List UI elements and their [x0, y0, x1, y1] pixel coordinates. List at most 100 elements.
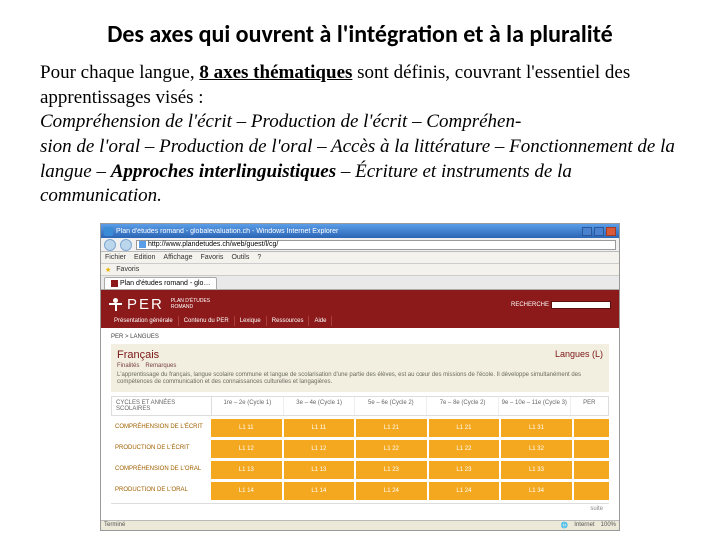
- domain-badge: Langues (L): [555, 349, 603, 359]
- cycle-col-3: 5e – 6e (Cycle 2): [355, 397, 427, 415]
- axis-cell[interactable]: L1 21: [356, 419, 427, 437]
- close-button[interactable]: [606, 227, 616, 236]
- domain-description: L'apprentissage du français, langue scol…: [117, 372, 603, 386]
- page-content: PER PLAN D'ÉTUDESROMAND RECHERCHE Présen…: [101, 290, 619, 519]
- nav-ressources[interactable]: Ressources: [267, 316, 310, 326]
- forward-button[interactable]: [120, 239, 132, 251]
- favorites-star-icon[interactable]: ★: [105, 266, 111, 274]
- axis-cell[interactable]: L1 11: [211, 419, 282, 437]
- cycle-header-row: Cycles et années scolaires 1re – 2e (Cyc…: [111, 396, 609, 416]
- cycle-label: Cycles et années scolaires: [112, 397, 212, 415]
- axis-cell[interactable]: L1 32: [501, 440, 572, 458]
- favorites-label[interactable]: Favoris: [116, 266, 139, 273]
- favorites-bar: ★ Favoris: [101, 264, 619, 276]
- menu-fichier[interactable]: Fichier: [105, 254, 126, 261]
- ie-icon: [104, 227, 113, 236]
- axis-cell[interactable]: L1 23: [356, 461, 427, 479]
- browser-status-bar: Terminé 🌐 Internet 100%: [101, 520, 619, 530]
- axis-label: Production de l'écrit: [111, 440, 211, 458]
- page-footer-note: suite: [111, 503, 609, 514]
- nav-lexique[interactable]: Lexique: [235, 316, 267, 326]
- axis-row: Production de l'écrit L1 12 L1 12 L1 22 …: [111, 440, 609, 458]
- menu-bar: Fichier Edition Affichage Favoris Outils…: [101, 252, 619, 264]
- nav-contenu[interactable]: Contenu du PER: [179, 316, 235, 326]
- cycle-col-per: PER: [571, 397, 608, 415]
- status-left: Terminé: [104, 522, 125, 528]
- tab-label: Plan d'études romand - glo…: [120, 280, 210, 287]
- search-box: RECHERCHE: [511, 301, 611, 309]
- axis-cell[interactable]: L1 12: [211, 440, 282, 458]
- axis-cell[interactable]: L1 12: [284, 440, 355, 458]
- nav-presentation[interactable]: Présentation générale: [109, 316, 179, 326]
- axis-cell[interactable]: L1 14: [284, 482, 355, 500]
- cycle-col-2: 3e – 4e (Cycle 1): [284, 397, 356, 415]
- axis-cell[interactable]: [574, 461, 609, 479]
- menu-help[interactable]: ?: [257, 254, 261, 261]
- browser-toolbar: http://www.plandetudes.ch/web/guest/l/cg…: [101, 238, 619, 252]
- themes-bold: Approches interlinguistiques: [111, 161, 336, 182]
- globe-icon: 🌐: [561, 522, 568, 529]
- embedded-browser-screenshot: Plan d'études romand - globalevaluation.…: [100, 223, 620, 530]
- back-button[interactable]: [104, 239, 116, 251]
- axis-label: Compréhension de l'écrit: [111, 419, 211, 437]
- axis-cell[interactable]: L1 24: [356, 482, 427, 500]
- site-header: PER PLAN D'ÉTUDESROMAND RECHERCHE Présen…: [101, 290, 619, 328]
- axis-cell[interactable]: L1 21: [429, 419, 500, 437]
- page-body: PER > LANGUES Français Langues (L) Final…: [101, 328, 619, 519]
- tab-strip: Plan d'études romand - glo…: [101, 276, 619, 290]
- tab-favicon: [111, 280, 118, 287]
- search-label: RECHERCHE: [511, 302, 549, 308]
- maximize-button[interactable]: [594, 227, 604, 236]
- axis-cell[interactable]: L1 14: [211, 482, 282, 500]
- window-title-bar: Plan d'études romand - globalevaluation.…: [101, 224, 619, 238]
- cycle-col-1: 1re – 2e (Cycle 1): [212, 397, 284, 415]
- axis-cell[interactable]: L1 24: [429, 482, 500, 500]
- search-input[interactable]: [551, 301, 611, 309]
- themes-1: Compréhension de l'écrit – Production de…: [40, 111, 521, 132]
- cycle-col-4: 7e – 8e (Cycle 2): [427, 397, 499, 415]
- page-icon: [139, 241, 146, 248]
- axis-row: Compréhension de l'écrit L1 11 L1 11 L1 …: [111, 419, 609, 437]
- menu-favoris[interactable]: Favoris: [200, 254, 223, 261]
- url-text: http://www.plandetudes.ch/web/guest/l/cg…: [148, 241, 278, 248]
- axis-cell[interactable]: L1 33: [501, 461, 572, 479]
- logo-subtitle: PLAN D'ÉTUDESROMAND: [171, 299, 210, 310]
- axis-row: Production de l'oral L1 14 L1 14 L1 24 L…: [111, 482, 609, 500]
- para-bold: 8 axes thématiques: [199, 62, 352, 83]
- minimize-button[interactable]: [582, 227, 592, 236]
- axis-cell[interactable]: L1 22: [356, 440, 427, 458]
- axis-cell[interactable]: [574, 440, 609, 458]
- slide-paragraph: Pour chaque langue, 8 axes thématiques s…: [40, 61, 680, 209]
- axis-cell[interactable]: L1 13: [284, 461, 355, 479]
- axis-cell[interactable]: L1 13: [211, 461, 282, 479]
- axis-cell[interactable]: L1 23: [429, 461, 500, 479]
- window-title: Plan d'études romand - globalevaluation.…: [116, 228, 582, 235]
- slide-title: Des axes qui ouvrent à l'intégration et …: [40, 20, 680, 49]
- nav-aide[interactable]: Aide: [309, 316, 332, 326]
- axis-label: Production de l'oral: [111, 482, 211, 500]
- status-zone: Internet: [574, 522, 594, 528]
- axes-grid: Compréhension de l'écrit L1 11 L1 11 L1 …: [111, 419, 609, 500]
- person-icon: [109, 298, 123, 312]
- browser-tab[interactable]: Plan d'études romand - glo…: [104, 277, 217, 289]
- site-logo[interactable]: PER PLAN D'ÉTUDESROMAND: [109, 296, 210, 313]
- address-bar[interactable]: http://www.plandetudes.ch/web/guest/l/cg…: [136, 240, 616, 250]
- logo-text: PER: [127, 296, 164, 313]
- main-nav: Présentation générale Contenu du PER Lex…: [109, 316, 611, 326]
- axis-cell[interactable]: L1 11: [284, 419, 355, 437]
- zoom-level[interactable]: 100%: [601, 522, 616, 528]
- axis-cell[interactable]: L1 22: [429, 440, 500, 458]
- cycle-col-5: 9e – 10e – 11e (Cycle 3): [499, 397, 571, 415]
- axis-label: Compréhension de l'oral: [111, 461, 211, 479]
- sublink-finalites[interactable]: Finalités: [117, 363, 139, 369]
- menu-edition[interactable]: Edition: [134, 254, 155, 261]
- domain-section: Français Langues (L) Finalités Remarques…: [111, 344, 609, 391]
- menu-affichage[interactable]: Affichage: [163, 254, 192, 261]
- menu-outils[interactable]: Outils: [231, 254, 249, 261]
- breadcrumb: PER > LANGUES: [111, 334, 609, 340]
- axis-cell[interactable]: L1 34: [501, 482, 572, 500]
- sublink-remarques[interactable]: Remarques: [145, 363, 176, 369]
- axis-cell[interactable]: L1 31: [501, 419, 572, 437]
- axis-cell[interactable]: [574, 419, 609, 437]
- axis-cell[interactable]: [574, 482, 609, 500]
